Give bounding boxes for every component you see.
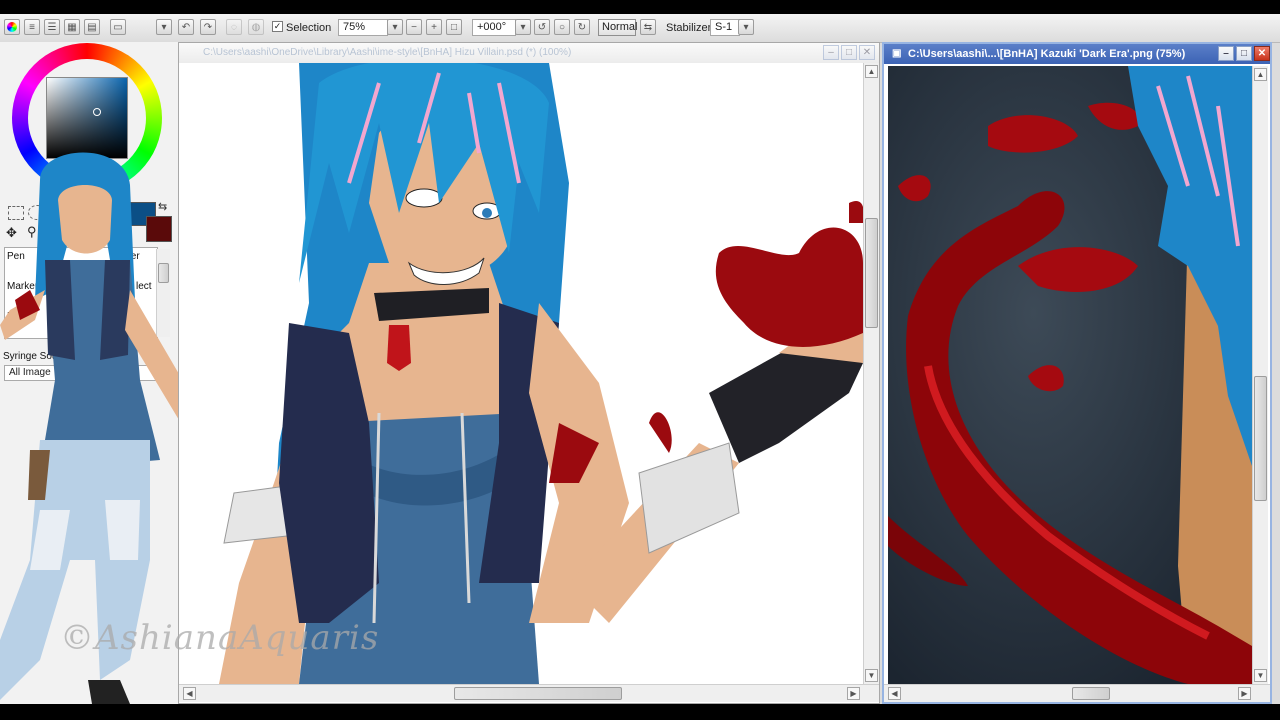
letterbox-bottom: [0, 704, 1280, 720]
rotate-right-icon[interactable]: ↻: [574, 19, 590, 35]
hizu-horizontal-scroll-thumb[interactable]: [454, 687, 622, 700]
choker-gem: [387, 325, 411, 371]
invert-selection-icon[interactable]: ◍: [248, 19, 264, 35]
zoom-dropdown-icon[interactable]: ▾: [387, 19, 403, 35]
maximize-icon[interactable]: □: [841, 45, 857, 60]
zoom-field[interactable]: 75%: [338, 19, 388, 36]
scroll-right-icon[interactable]: ▶: [847, 687, 860, 700]
scroll-up-icon[interactable]: ▲: [865, 65, 878, 78]
undo-icon[interactable]: ↶: [178, 19, 194, 35]
document-window-hizu-titlebar[interactable]: C:\Users\aashi\OneDrive\Library\Aashi\im…: [179, 43, 879, 63]
right-iris: [482, 208, 492, 218]
document-window-hizu-title: C:\Users\aashi\OneDrive\Library\Aashi\im…: [203, 47, 572, 58]
scratchpad-icon[interactable]: ▭: [110, 19, 126, 35]
swatches-icon[interactable]: ▤: [84, 19, 100, 35]
scroll-left-icon[interactable]: ◀: [888, 687, 901, 700]
toolbar-dropdown-icon[interactable]: ▾: [156, 19, 172, 35]
main-toolbar: ≡ ☰ ▦ ▤ ▭ ▾ ↶ ↷ ◌ ◍ ✓ Selection 75% ▾ − …: [0, 14, 1280, 43]
minimize-icon[interactable]: –: [1218, 46, 1234, 61]
selection-checkbox[interactable]: ✓: [272, 21, 283, 32]
letterbox-top: [0, 0, 1280, 14]
rotate-left-icon[interactable]: ↺: [534, 19, 550, 35]
hsv-slider-icon[interactable]: ☰: [44, 19, 60, 35]
color-wheel-icon[interactable]: [4, 19, 20, 35]
scroll-down-icon[interactable]: ▼: [1254, 669, 1267, 682]
scroll-down-icon[interactable]: ▼: [865, 669, 878, 682]
close-icon[interactable]: ✕: [1254, 46, 1270, 61]
maximize-icon[interactable]: □: [1236, 46, 1252, 61]
scroll-up-icon[interactable]: ▲: [1254, 68, 1267, 81]
zoom-in-icon[interactable]: +: [426, 19, 442, 35]
selection-label: Selection: [286, 22, 332, 34]
artwork-kazuki: [888, 66, 1252, 684]
kazuki-horizontal-scroll-thumb[interactable]: [1072, 687, 1110, 700]
right-bandage: [638, 442, 740, 554]
ref-boot: [88, 680, 130, 704]
artwork-hizu: [219, 63, 863, 684]
blood-drop-top: [849, 200, 863, 223]
scroll-left-icon[interactable]: ◀: [183, 687, 196, 700]
document-icon: ▣: [892, 48, 902, 59]
scroll-right-icon[interactable]: ▶: [1238, 687, 1251, 700]
watermark: ©AshianaAquaris: [60, 618, 380, 658]
color-mixer-icon[interactable]: ▦: [64, 19, 80, 35]
color-picker-cursor[interactable]: [93, 108, 101, 116]
ref-jeans: [0, 440, 150, 700]
minimize-icon[interactable]: –: [823, 45, 839, 60]
rotate-reset-icon[interactable]: ○: [554, 19, 570, 35]
rotation-field[interactable]: +000°: [472, 19, 516, 36]
stabilizer-dropdown-icon[interactable]: ▾: [738, 19, 754, 35]
canvas-kazuki[interactable]: [888, 66, 1252, 684]
fingerless-glove: [709, 343, 863, 463]
redo-icon[interactable]: ↷: [200, 19, 216, 35]
zoom-out-icon[interactable]: −: [406, 19, 422, 35]
hizu-vertical-scrollbar[interactable]: ▲ ▼: [863, 63, 879, 684]
document-window-kazuki-title: C:\Users\aashi\...\[BnHA] Kazuki 'Dark E…: [908, 48, 1186, 60]
blood-splash: [715, 227, 863, 347]
flip-horizontal-icon[interactable]: ⇆: [640, 19, 656, 35]
canvas-hizu[interactable]: [179, 63, 863, 684]
rotation-dropdown-icon[interactable]: ▾: [515, 19, 531, 35]
hizu-vertical-scroll-thumb[interactable]: [865, 218, 878, 328]
ref-face: [58, 185, 112, 254]
kazuki-horizontal-scrollbar[interactable]: ◀ ▶: [884, 684, 1270, 702]
hizu-horizontal-scrollbar[interactable]: ◀ ▶: [179, 684, 879, 702]
kazuki-vertical-scroll-thumb[interactable]: [1254, 376, 1267, 501]
stabilizer-label: Stabilizer: [666, 22, 712, 34]
close-icon[interactable]: ✕: [859, 45, 875, 60]
blend-mode-button[interactable]: Normal: [598, 19, 637, 36]
document-window-kazuki-titlebar[interactable]: ▣ C:\Users\aashi\...\[BnHA] Kazuki 'Dark…: [884, 44, 1270, 64]
deselect-icon[interactable]: ◌: [226, 19, 242, 35]
zoom-reset-icon[interactable]: □: [446, 19, 462, 35]
stabilizer-field[interactable]: S-1: [710, 19, 740, 36]
kazuki-vertical-scrollbar[interactable]: ▲ ▼: [1252, 66, 1268, 684]
rgb-slider-icon[interactable]: ≡: [24, 19, 40, 35]
left-eye: [405, 188, 443, 208]
